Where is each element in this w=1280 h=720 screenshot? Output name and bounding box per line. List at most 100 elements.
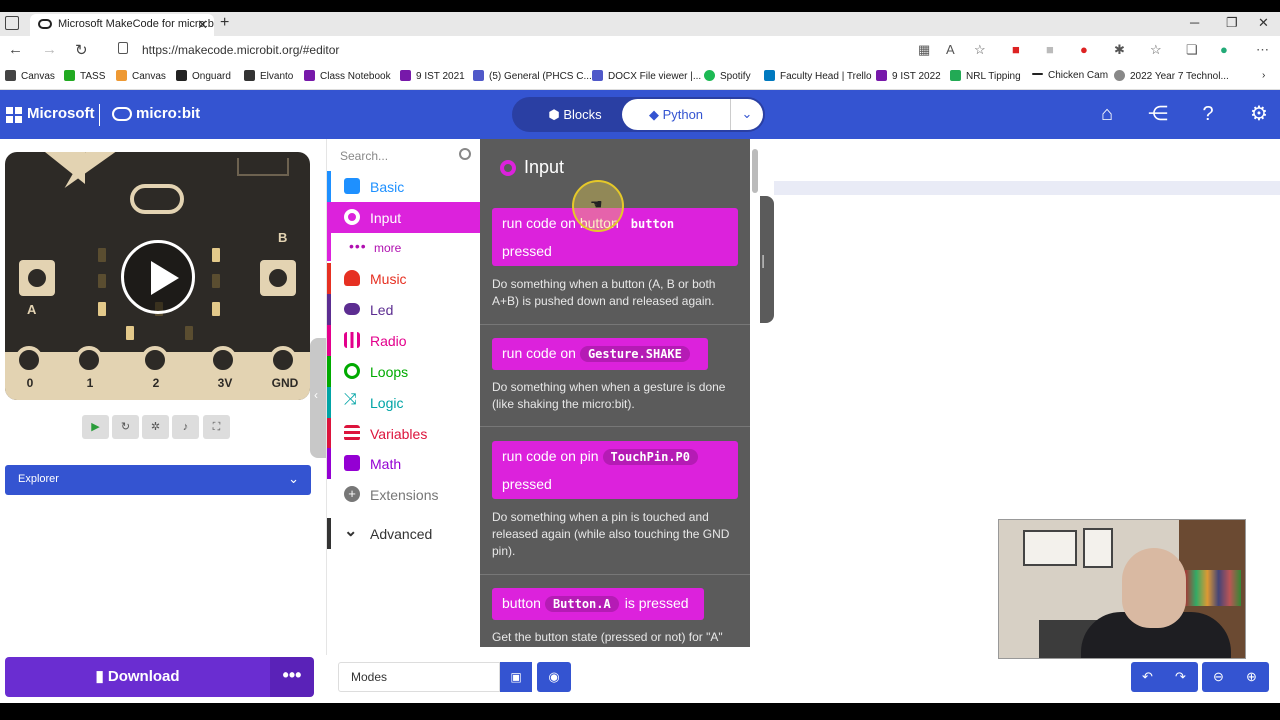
microbit-logo-icon[interactable] xyxy=(112,107,132,121)
favorite-icon[interactable]: ☆ xyxy=(974,42,986,58)
flyout-scrollbar[interactable] xyxy=(750,139,760,647)
category-led[interactable]: Led xyxy=(327,294,481,325)
restart-icon[interactable]: ↻ xyxy=(112,415,139,439)
button-a[interactable] xyxy=(19,260,55,296)
extension-icon[interactable]: ■ xyxy=(1012,42,1020,57)
category-advanced[interactable]: ⌄ Advanced xyxy=(327,518,481,549)
bookmarks-more-icon[interactable]: › xyxy=(1262,70,1265,81)
apps-icon[interactable]: ▦ xyxy=(918,42,930,58)
new-tab-icon[interactable]: + xyxy=(220,14,229,32)
fullscreen-icon[interactable]: ⛶ xyxy=(203,415,230,439)
bookmarks-bar: Canvas TASS Canvas Onguard Elvanto Class… xyxy=(0,64,1280,90)
zoom-in-icon[interactable]: ⊕ xyxy=(1235,662,1268,692)
bookmark[interactable]: Canvas xyxy=(5,70,55,82)
back-icon[interactable]: ← xyxy=(8,41,23,58)
zoom-out-icon[interactable]: ⊖ xyxy=(1202,662,1235,692)
home-icon[interactable]: ⌂ xyxy=(1094,101,1120,127)
bookmark[interactable]: 9 IST 2021 xyxy=(400,70,465,82)
category-logic[interactable]: ⤨ Logic xyxy=(327,387,481,418)
category-input-more[interactable]: ••• more xyxy=(327,233,481,261)
settings-icon[interactable]: ⚙ xyxy=(1246,101,1272,127)
bookmark-icon xyxy=(950,70,961,81)
browser-tab[interactable]: Microsoft MakeCode for micro:b ✕ xyxy=(30,14,214,36)
redo-icon[interactable]: ↷ xyxy=(1164,662,1197,692)
category-color-bar xyxy=(327,448,331,479)
more-icon[interactable]: ⋯ xyxy=(1256,42,1269,58)
explorer-button[interactable]: Explorer ⌄ xyxy=(5,465,311,495)
help-icon[interactable]: ? xyxy=(1195,101,1221,127)
pin-param[interactable]: TouchPin.P0 xyxy=(602,449,699,465)
button-is-pressed-block[interactable]: button Button.A is pressed xyxy=(492,588,704,620)
python-toggle-button[interactable]: ◆ Python xyxy=(622,99,730,130)
collections-icon[interactable]: ❏ xyxy=(1186,42,1198,58)
mute-icon[interactable]: ♪ xyxy=(172,415,199,439)
microbit-board[interactable]: A B 0 1 2 3V GND xyxy=(5,152,310,400)
play-icon[interactable]: ▶ xyxy=(82,415,109,439)
save-icon[interactable]: ▣ xyxy=(500,662,532,692)
chevron-down-icon[interactable]: ⌄ xyxy=(730,99,763,130)
bookmark[interactable]: 2022 Year 7 Technol... xyxy=(1114,70,1229,82)
category-label: Logic xyxy=(370,395,404,411)
bookmark[interactable]: Elvanto xyxy=(244,70,293,82)
microsoft-brand[interactable]: Microsoft xyxy=(27,105,95,122)
tab-close-icon[interactable]: ✕ xyxy=(197,17,208,33)
pin-gnd[interactable] xyxy=(269,346,297,374)
github-icon[interactable]: ◉ xyxy=(537,662,571,692)
blocks-toggle-button[interactable]: ⬢ Blocks xyxy=(520,97,630,132)
maximize-icon[interactable]: ❐ xyxy=(1226,15,1238,31)
pin-1[interactable] xyxy=(75,346,103,374)
gesture-param[interactable]: Gesture.SHAKE xyxy=(579,346,690,362)
microsoft-logo-icon[interactable] xyxy=(6,107,22,123)
bookmark[interactable]: Canvas xyxy=(116,70,166,82)
category-input[interactable]: Input xyxy=(327,202,481,233)
pin-2[interactable] xyxy=(141,346,169,374)
extensions-icon[interactable]: ✱ xyxy=(1114,42,1125,58)
profile-icon[interactable]: ● xyxy=(1220,42,1228,57)
button-param[interactable]: button xyxy=(622,216,683,232)
opera-icon[interactable]: ● xyxy=(1080,42,1088,57)
category-music[interactable]: Music xyxy=(327,263,481,294)
favorites-icon[interactable]: ☆ xyxy=(1150,42,1162,58)
bookmark[interactable]: Spotify xyxy=(704,70,751,82)
share-icon[interactable]: ⋲ xyxy=(1145,101,1171,127)
category-loops[interactable]: Loops xyxy=(327,356,481,387)
bookmark[interactable]: Chicken Cam xyxy=(1032,70,1108,81)
undo-icon[interactable]: ↶ xyxy=(1131,662,1164,692)
button-param[interactable]: Button.A xyxy=(544,596,619,612)
bookmark[interactable]: TASS xyxy=(64,70,105,82)
bookmark[interactable]: Faculty Head | Trello xyxy=(764,70,872,82)
extension-icon[interactable]: ■ xyxy=(1046,42,1054,57)
scrollbar-thumb[interactable] xyxy=(752,149,758,193)
download-button[interactable]: ▮ Download xyxy=(5,657,270,697)
url-field[interactable]: https://makecode.microbit.org/#editor xyxy=(110,39,1000,61)
simulator-collapse-handle[interactable]: ‹ xyxy=(310,338,326,458)
play-simulator-button[interactable] xyxy=(121,240,195,314)
on-gesture-block[interactable]: run code on Gesture.SHAKE xyxy=(492,338,708,370)
close-window-icon[interactable]: ✕ xyxy=(1258,15,1269,31)
bookmark[interactable]: 9 IST 2022 xyxy=(876,70,941,82)
minimize-icon[interactable]: ─ xyxy=(1190,15,1199,30)
button-b[interactable] xyxy=(260,260,296,296)
pin-0[interactable] xyxy=(15,346,43,374)
project-name-input[interactable] xyxy=(338,662,500,692)
toolbox-search-input[interactable]: Search... xyxy=(327,139,481,171)
bookmark[interactable]: Class Notebook xyxy=(304,70,391,82)
pin-3v[interactable] xyxy=(209,346,237,374)
category-radio[interactable]: Radio xyxy=(327,325,481,356)
bookmark[interactable]: Onguard xyxy=(176,70,231,82)
debug-icon[interactable]: ✲ xyxy=(142,415,169,439)
bookmark[interactable]: NRL Tipping xyxy=(950,70,1021,82)
category-extensions[interactable]: + Extensions xyxy=(327,479,481,510)
forward-icon[interactable]: → xyxy=(42,41,57,58)
category-math[interactable]: Math xyxy=(327,448,481,479)
bookmark[interactable]: (5) General (PHCS C... xyxy=(473,70,592,82)
download-more-button[interactable]: ••• xyxy=(270,657,314,697)
on-pin-pressed-block[interactable]: run code on pin TouchPin.P0 pressed xyxy=(492,441,738,499)
reload-icon[interactable]: ↻ xyxy=(75,41,88,59)
read-aloud-icon[interactable]: A xyxy=(946,42,955,57)
category-variables[interactable]: Variables xyxy=(327,418,481,449)
category-basic[interactable]: Basic xyxy=(327,171,481,202)
microbit-brand[interactable]: micro:bit xyxy=(136,105,200,122)
bookmark[interactable]: DOCX File viewer |... xyxy=(592,70,701,82)
window-menu-icon[interactable] xyxy=(5,16,19,30)
